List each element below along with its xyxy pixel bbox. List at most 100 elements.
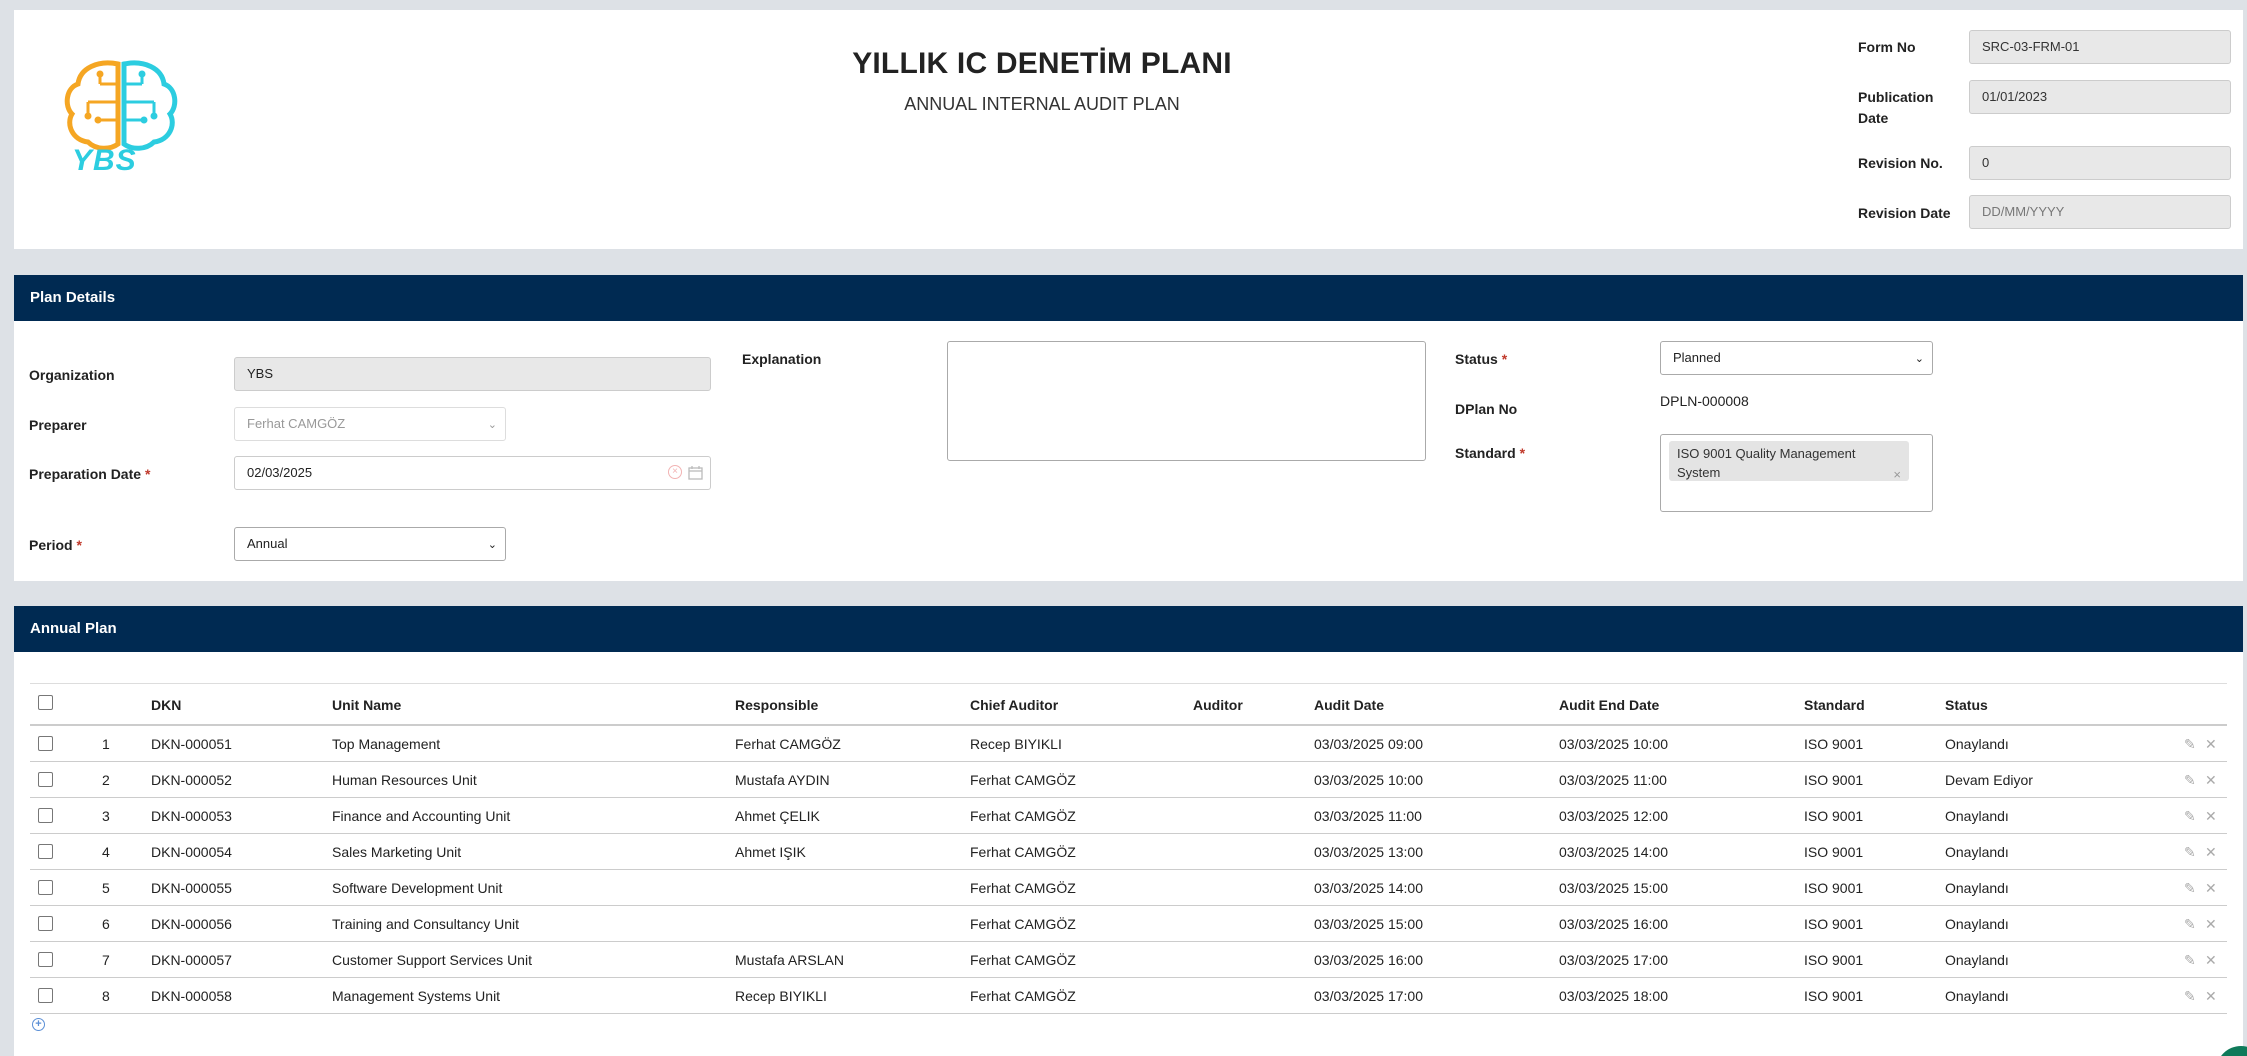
row-unit-name: Top Management (332, 736, 441, 752)
row-status: Onaylandı (1945, 808, 2009, 824)
col-auditor[interactable]: Auditor (1193, 684, 1243, 726)
edit-icon[interactable]: ✎ (2184, 798, 2196, 834)
period-select[interactable]: Annual ⌄ (234, 527, 506, 561)
preparer-value: Ferhat CAMGÖZ (247, 416, 346, 431)
row-number: 7 (102, 952, 110, 968)
row-chief-auditor: Ferhat CAMGÖZ (970, 808, 1076, 824)
table-row[interactable]: 8 DKN-000058 Management Systems Unit Recep … (30, 978, 2227, 1014)
row-dkn: DKN-000051 (151, 736, 232, 752)
row-checkbox[interactable] (38, 988, 53, 1003)
row-number: 1 (102, 736, 110, 752)
row-checkbox[interactable] (38, 844, 53, 859)
delete-icon[interactable]: ✕ (2205, 870, 2217, 906)
delete-icon[interactable]: ✕ (2205, 726, 2217, 762)
row-number: 5 (102, 880, 110, 896)
status-select[interactable]: Planned ⌄ (1660, 341, 1933, 375)
row-chief-auditor: Ferhat CAMGÖZ (970, 952, 1076, 968)
clear-icon[interactable]: × (668, 465, 682, 479)
delete-icon[interactable]: ✕ (2205, 978, 2217, 1014)
row-status: Onaylandı (1945, 880, 2009, 896)
explanation-label: Explanation (742, 351, 822, 367)
delete-icon[interactable]: ✕ (2205, 762, 2217, 798)
col-chief-auditor[interactable]: Chief Auditor (970, 684, 1058, 726)
row-checkbox[interactable] (38, 952, 53, 967)
col-standard[interactable]: Standard (1804, 684, 1865, 726)
row-responsible: Mustafa ARSLAN (735, 952, 844, 968)
row-checkbox[interactable] (38, 808, 53, 823)
row-checkbox[interactable] (38, 880, 53, 895)
row-chief-auditor: Ferhat CAMGÖZ (970, 916, 1076, 932)
edit-icon[interactable]: ✎ (2184, 870, 2196, 906)
status-value: Planned (1673, 350, 1721, 365)
revision-date-field[interactable]: DD/MM/YYYY (1969, 195, 2231, 229)
form-no-label: Form No (1858, 39, 1916, 55)
row-audit-date: 03/03/2025 15:00 (1314, 916, 1423, 932)
row-chief-auditor: Ferhat CAMGÖZ (970, 880, 1076, 896)
plan-details-header: Plan Details (14, 275, 2243, 321)
col-responsible[interactable]: Responsible (735, 684, 818, 726)
table-row[interactable]: 4 DKN-000054 Sales Marketing Unit Ahmet IŞI… (30, 834, 2227, 870)
dplan-no-value: DPLN-000008 (1660, 393, 1749, 409)
col-dkn[interactable]: DKN (151, 684, 181, 726)
period-value: Annual (247, 536, 288, 551)
calendar-icon[interactable] (688, 465, 703, 480)
remove-tag-icon[interactable]: × (1893, 465, 1901, 484)
plan-details-body: Organization YBS Preparer Ferhat CAMGÖZ … (14, 321, 2243, 581)
delete-icon[interactable]: ✕ (2205, 834, 2217, 870)
row-checkbox[interactable] (38, 772, 53, 787)
row-dkn: DKN-000054 (151, 844, 232, 860)
row-responsible: Ahmet ÇELIK (735, 808, 820, 824)
preparer-select: Ferhat CAMGÖZ ⌄ (234, 407, 506, 441)
edit-icon[interactable]: ✎ (2184, 762, 2196, 798)
row-standard: ISO 9001 (1804, 772, 1864, 788)
edit-icon[interactable]: ✎ (2184, 942, 2196, 978)
row-audit-end-date: 03/03/2025 15:00 (1559, 880, 1668, 896)
row-dkn: DKN-000052 (151, 772, 232, 788)
col-unit-name[interactable]: Unit Name (332, 684, 401, 726)
table-row[interactable]: 7 DKN-000057 Customer Support Services Uni… (30, 942, 2227, 978)
table-row[interactable]: 6 DKN-000056 Training and Consultancy Unit… (30, 906, 2227, 942)
row-chief-auditor: Ferhat CAMGÖZ (970, 988, 1076, 1004)
delete-icon[interactable]: ✕ (2205, 906, 2217, 942)
table-row[interactable]: 2 DKN-000052 Human Resources Unit Mustafa A… (30, 762, 2227, 798)
select-all-checkbox[interactable] (38, 695, 53, 710)
edit-icon[interactable]: ✎ (2184, 906, 2196, 942)
revision-no-label: Revision No. (1858, 155, 1943, 171)
row-standard: ISO 9001 (1804, 844, 1864, 860)
row-audit-end-date: 03/03/2025 11:00 (1559, 772, 1667, 788)
row-audit-end-date: 03/03/2025 16:00 (1559, 916, 1668, 932)
preparation-date-value: 02/03/2025 (247, 465, 313, 480)
row-standard: ISO 9001 (1804, 736, 1864, 752)
delete-icon[interactable]: ✕ (2205, 798, 2217, 834)
col-status[interactable]: Status (1945, 684, 1988, 726)
form-no-field: SRC-03-FRM-01 (1969, 30, 2231, 64)
table-row[interactable]: 1 DKN-000051 Top Management Ferhat CAMGÖZ Re… (30, 726, 2227, 762)
add-row-icon[interactable]: + (32, 1018, 45, 1031)
row-audit-date: 03/03/2025 10:00 (1314, 772, 1423, 788)
standard-multiselect[interactable]: ISO 9001 Quality Management System × (1660, 434, 1933, 512)
row-audit-end-date: 03/03/2025 18:00 (1559, 988, 1668, 1004)
logo-wordmark: YBS (72, 144, 137, 177)
period-label: Period * (29, 537, 82, 553)
col-audit-end-date[interactable]: Audit End Date (1559, 684, 1659, 726)
revision-no-field: 0 (1969, 146, 2231, 180)
row-audit-date: 03/03/2025 17:00 (1314, 988, 1423, 1004)
edit-icon[interactable]: ✎ (2184, 978, 2196, 1014)
row-dkn: DKN-000058 (151, 988, 232, 1004)
edit-icon[interactable]: ✎ (2184, 834, 2196, 870)
row-checkbox[interactable] (38, 916, 53, 931)
table-row[interactable]: 3 DKN-000053 Finance and Accounting Unit Ah… (30, 798, 2227, 834)
col-audit-date[interactable]: Audit Date (1314, 684, 1384, 726)
edit-icon[interactable]: ✎ (2184, 726, 2196, 762)
row-number: 6 (102, 916, 110, 932)
row-checkbox[interactable] (38, 736, 53, 751)
explanation-textarea[interactable] (947, 341, 1426, 461)
row-responsible: Recep BIYIKLI (735, 988, 827, 1004)
delete-icon[interactable]: ✕ (2205, 942, 2217, 978)
row-status: Onaylandı (1945, 844, 2009, 860)
row-dkn: DKN-000053 (151, 808, 232, 824)
table-row[interactable]: 5 DKN-000055 Software Development Unit Ferh… (30, 870, 2227, 906)
preparation-date-field[interactable]: 02/03/2025 × (234, 456, 711, 490)
preparer-label: Preparer (29, 417, 87, 433)
row-audit-date: 03/03/2025 16:00 (1314, 952, 1423, 968)
